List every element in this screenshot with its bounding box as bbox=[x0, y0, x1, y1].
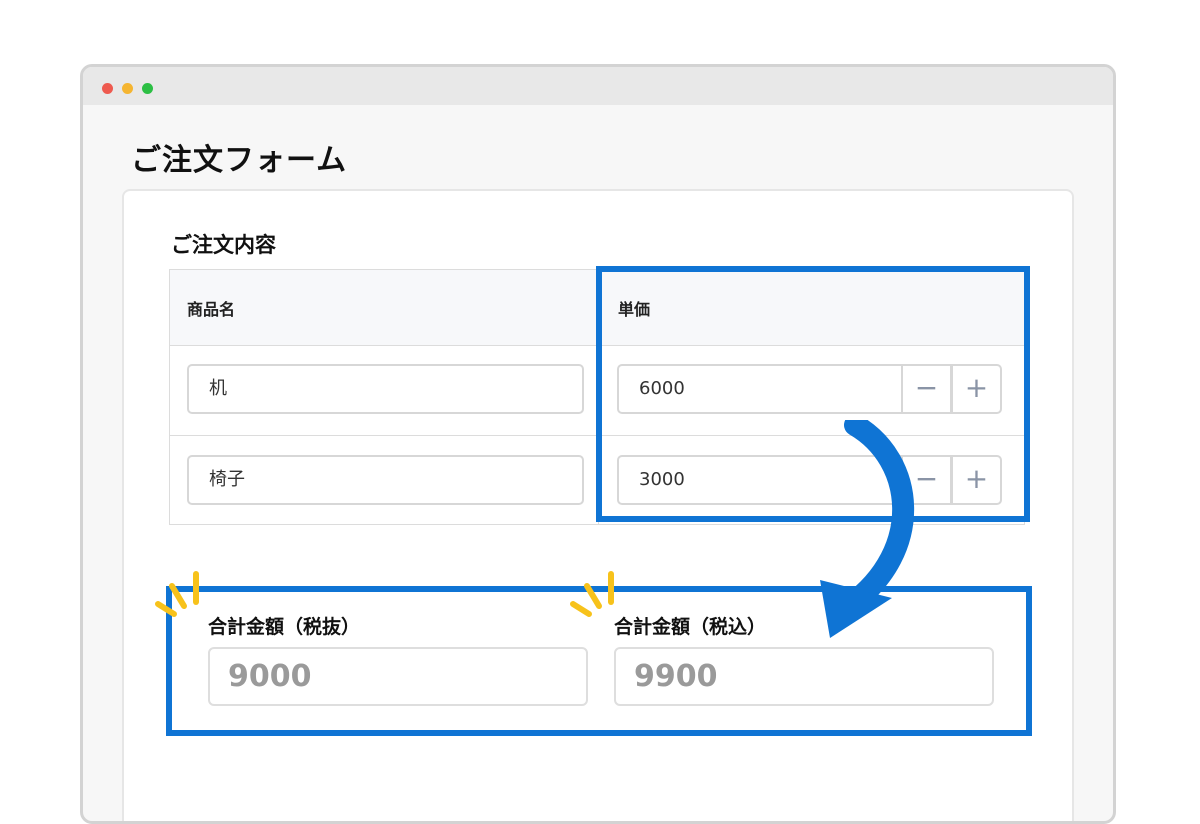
window-maximize-dot[interactable] bbox=[142, 83, 153, 94]
total-excl-tax-label: 合計金額（税抜） bbox=[208, 616, 361, 638]
total-excl-tax-field: 9000 bbox=[208, 647, 588, 706]
window-titlebar bbox=[83, 67, 1113, 105]
section-title: ご注文内容 bbox=[171, 233, 276, 257]
product-name-input[interactable]: 椅子 bbox=[187, 455, 584, 505]
window-minimize-dot[interactable] bbox=[122, 83, 133, 94]
column-header-product: 商品名 bbox=[187, 300, 236, 319]
page-title: ご注文フォーム bbox=[131, 143, 348, 178]
total-incl-tax-field: 9900 bbox=[614, 647, 994, 706]
window-close-dot[interactable] bbox=[102, 83, 113, 94]
total-incl-tax-label: 合計金額（税込） bbox=[614, 616, 767, 638]
product-name-input[interactable]: 机 bbox=[187, 364, 584, 414]
